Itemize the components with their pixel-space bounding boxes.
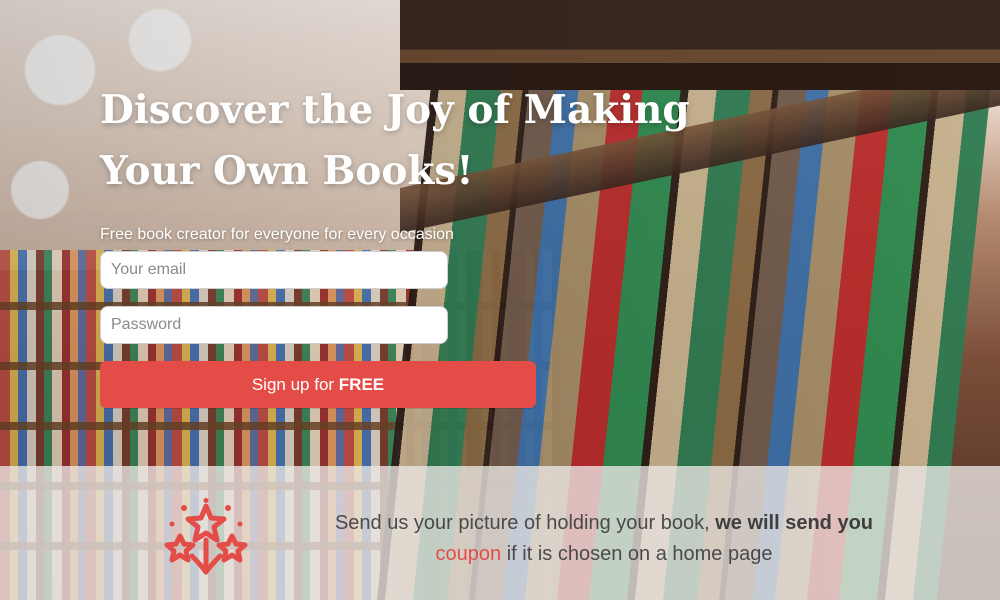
promo-text-part2: if it is chosen on a home page [501, 543, 773, 565]
promo-text-bold: we will send you [715, 512, 874, 534]
password-field[interactable] [100, 306, 448, 344]
signup-button-label: Sign up for [251, 374, 339, 394]
signup-button[interactable]: Sign up for FREE [100, 361, 536, 408]
hero-title-line1: Discover the Joy of Making [100, 87, 690, 133]
email-field[interactable] [100, 251, 448, 289]
celebration-stars-icon [164, 498, 248, 575]
hero-subtitle: Free book creator for everyone for every… [100, 226, 454, 243]
signup-button-emphasis: FREE [338, 374, 385, 394]
promo-coupon-word: coupon [435, 543, 502, 565]
promo-banner-text: Send us your picture of holding your boo… [298, 508, 910, 570]
hero-title: Discover the Joy of Making Your Own Book… [100, 80, 700, 202]
hero-section: Discover the Joy of Making Your Own Book… [100, 80, 700, 244]
hero-title-line2: Your Own Books! [100, 148, 474, 194]
promo-text-part1: Send us your picture of holding your boo… [334, 512, 716, 534]
